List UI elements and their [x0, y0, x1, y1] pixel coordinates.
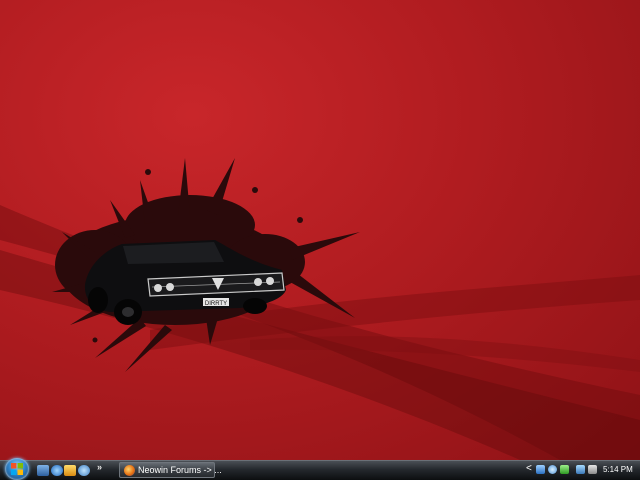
monitor-icon[interactable]	[576, 465, 585, 474]
desktop[interactable]: DIRRTY	[0, 0, 640, 460]
internet-explorer-icon[interactable]	[51, 465, 63, 476]
network-icon[interactable]	[536, 465, 545, 474]
quick-launch-more-button[interactable]: »	[97, 462, 102, 472]
start-button[interactable]	[5, 458, 29, 480]
taskbar-button-firefox[interactable]: Neowin Forums -> ...	[119, 462, 222, 478]
wallpaper: DIRRTY	[0, 158, 640, 460]
taskbar-button-label: Neowin Forums -> ...	[138, 465, 222, 475]
tray-expand-button[interactable]: <	[526, 463, 532, 474]
media-player-icon[interactable]	[64, 465, 76, 476]
messenger-icon[interactable]	[548, 465, 557, 474]
windows-logo-icon	[11, 463, 23, 475]
shield-icon[interactable]	[560, 465, 569, 474]
firefox-icon	[124, 465, 135, 476]
license-plate: DIRRTY	[205, 301, 227, 307]
show-desktop-icon[interactable]	[37, 465, 49, 476]
clock[interactable]: 5:14 PM	[603, 465, 633, 474]
switch-windows-icon[interactable]	[78, 465, 90, 476]
volume-icon[interactable]	[588, 465, 597, 474]
